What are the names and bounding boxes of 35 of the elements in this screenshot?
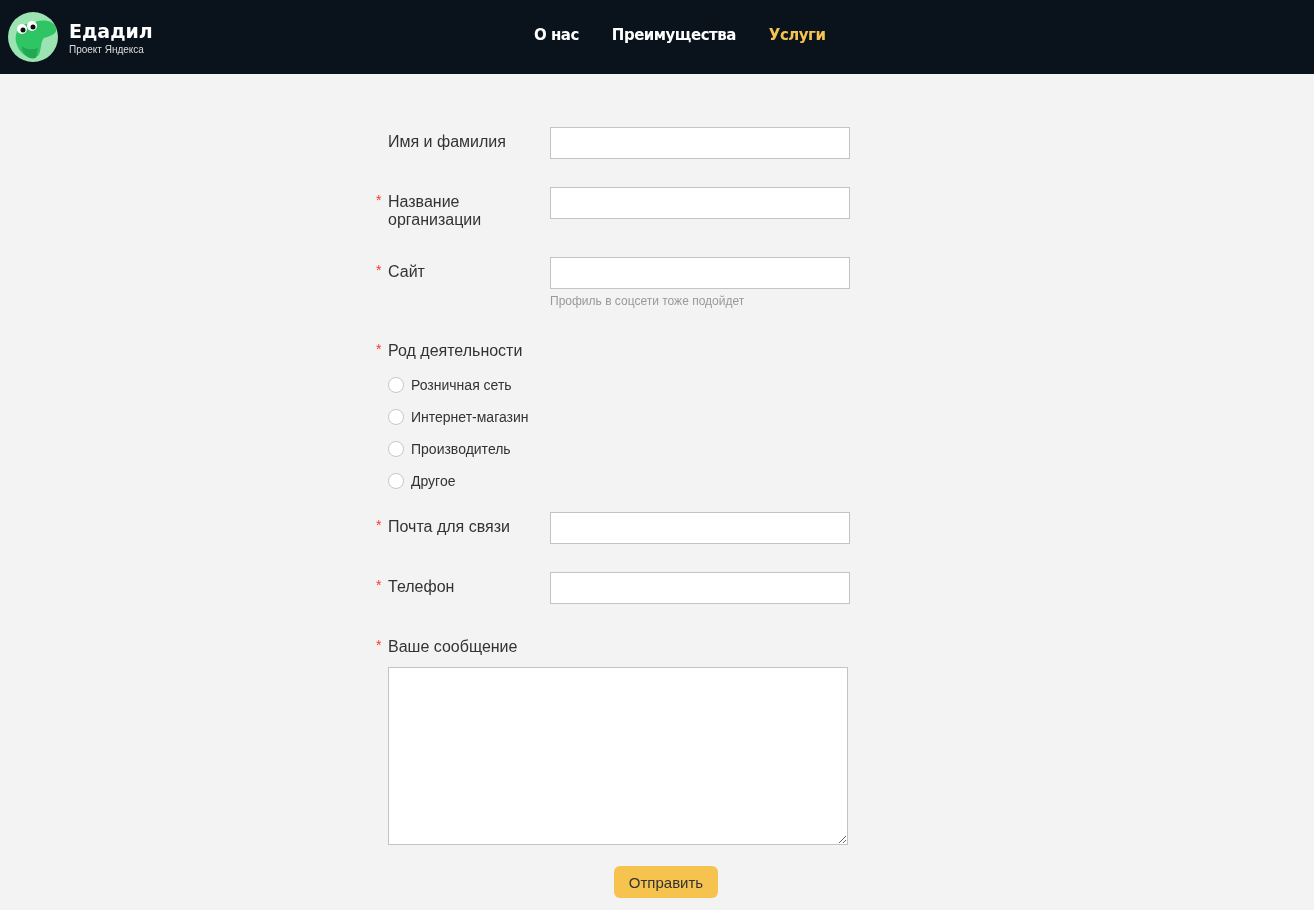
radio-label[interactable]: Интернет-магазин [411, 409, 529, 425]
nav-link[interactable]: Преимущества [611, 26, 736, 44]
field-hint: Профиль в соцсети тоже подойдет [550, 294, 746, 308]
field-label: Имя и фамилия [388, 133, 507, 152]
brand-name: Едадил [69, 18, 153, 43]
brand-tagline: Проект Яндекса [69, 42, 145, 56]
required-asterisk: * [376, 193, 383, 210]
field-label: Сайт [388, 263, 426, 282]
required-asterisk: * [376, 263, 383, 280]
input-field[interactable] [550, 512, 850, 544]
input-field[interactable] [550, 572, 850, 604]
required-asterisk: * [376, 638, 383, 655]
field-label: Телефон [388, 578, 456, 597]
radio-button[interactable] [388, 441, 404, 457]
input-field[interactable] [550, 127, 850, 159]
input-field[interactable] [550, 187, 850, 219]
field-label: Почта для связи [388, 518, 511, 537]
radio-button[interactable] [388, 409, 404, 425]
required-asterisk: * [376, 578, 383, 595]
frog-logo-icon[interactable] [8, 12, 58, 62]
field-label: Род деятельности [388, 342, 524, 360]
radio-label[interactable]: Розничная сеть [411, 377, 512, 393]
required-asterisk: * [376, 342, 383, 359]
radio-button[interactable] [388, 377, 404, 393]
field-label: Название организации [388, 193, 483, 229]
radio-button[interactable] [388, 473, 404, 489]
radio-label[interactable]: Производитель [411, 441, 511, 457]
required-asterisk: * [376, 518, 383, 535]
input-field[interactable] [550, 257, 850, 289]
submit-button[interactable]: Отправить [614, 866, 718, 898]
message-textarea[interactable] [388, 667, 848, 845]
nav-link[interactable]: Услуги [768, 26, 826, 44]
field-label: Ваше сообщение [388, 638, 519, 656]
radio-label[interactable]: Другое [411, 473, 456, 489]
nav-link[interactable]: О нас [534, 26, 579, 44]
